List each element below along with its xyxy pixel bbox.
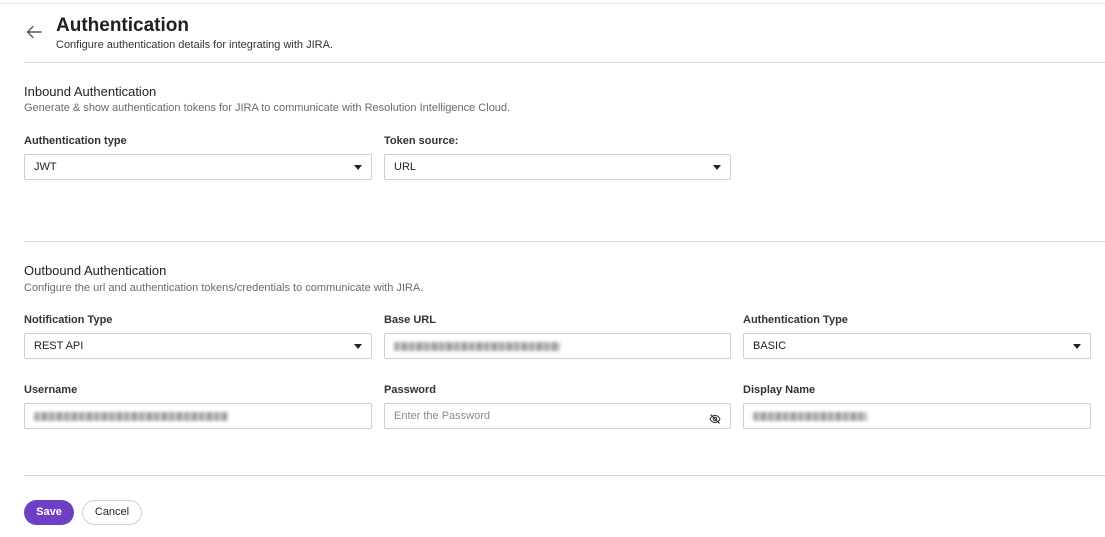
dropdown-caret-icon [1073, 344, 1081, 349]
page-subtitle: Configure authentication details for int… [56, 39, 333, 51]
inbound-section-description: Generate & show authentication tokens fo… [24, 102, 511, 114]
cancel-button[interactable]: Cancel [82, 500, 142, 525]
outbound-auth-type-value: BASIC [753, 340, 787, 352]
notification-type-label: Notification Type [24, 314, 113, 326]
token-source-select[interactable]: URL [384, 154, 731, 180]
username-input[interactable] [24, 403, 372, 429]
outbound-auth-type-select[interactable]: BASIC [743, 333, 1091, 359]
inbound-auth-type-select[interactable]: JWT [24, 154, 372, 180]
dropdown-caret-icon [354, 344, 362, 349]
redacted-value [394, 341, 560, 351]
outbound-section-description: Configure the url and authentication tok… [24, 282, 424, 294]
notification-type-value: REST API [34, 340, 84, 352]
base-url-input[interactable] [384, 333, 731, 359]
token-source-field: Token source: URL [384, 134, 731, 180]
save-button[interactable]: Save [24, 500, 74, 525]
notification-type-field: Notification Type REST API [24, 313, 372, 359]
display-name-input[interactable] [743, 403, 1091, 429]
redacted-value [753, 411, 867, 421]
header-divider [24, 62, 1105, 63]
display-name-field: Display Name [743, 383, 1091, 429]
outbound-auth-type-field: Authentication Type BASIC [743, 313, 1091, 359]
redacted-value [34, 411, 228, 421]
token-source-value: URL [394, 161, 417, 173]
back-arrow-icon[interactable] [24, 22, 44, 42]
notification-type-select[interactable]: REST API [24, 333, 372, 359]
inbound-auth-type-label: Authentication type [24, 135, 127, 147]
username-field: Username [24, 383, 372, 429]
username-label: Username [24, 384, 78, 396]
password-field: Password Enter the Password [384, 383, 731, 429]
inbound-section-title: Inbound Authentication [24, 84, 157, 99]
outbound-section-title: Outbound Authentication [24, 263, 167, 278]
section-divider [24, 241, 1105, 242]
outbound-auth-type-label: Authentication Type [743, 314, 848, 326]
inbound-auth-type-value: JWT [34, 161, 57, 173]
base-url-field: Base URL [384, 313, 731, 359]
dropdown-caret-icon [713, 165, 721, 170]
page-title: Authentication [56, 15, 189, 36]
password-input[interactable]: Enter the Password [384, 403, 731, 429]
token-source-label: Token source: [384, 135, 459, 147]
base-url-label: Base URL [384, 314, 436, 326]
display-name-label: Display Name [743, 384, 816, 396]
eye-off-icon[interactable] [709, 410, 721, 424]
password-placeholder: Enter the Password [394, 410, 490, 422]
footer-divider [24, 475, 1105, 476]
top-divider [0, 0, 1105, 4]
inbound-auth-type-field: Authentication type JWT [24, 134, 372, 180]
password-label: Password [384, 384, 436, 396]
dropdown-caret-icon [354, 165, 362, 170]
